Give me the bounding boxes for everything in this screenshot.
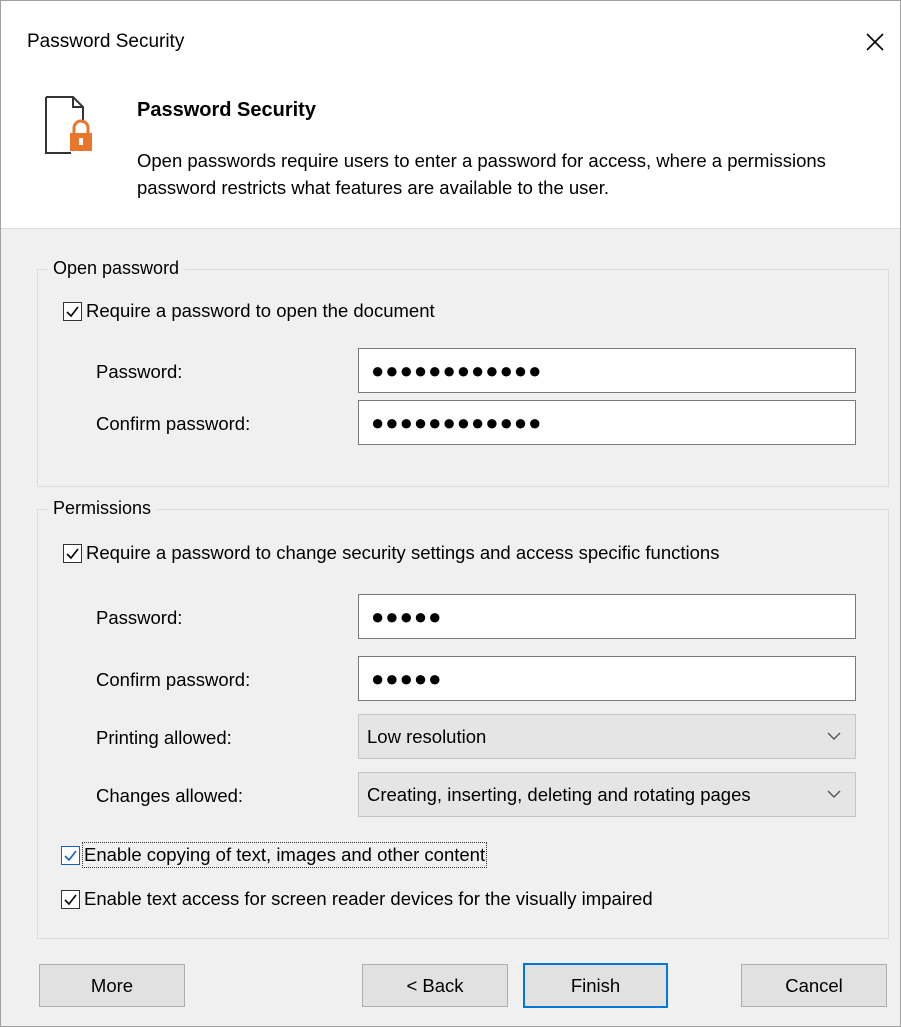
- printing-allowed-label: Printing allowed:: [96, 727, 232, 748]
- permissions-password-value: ●●●●●: [371, 603, 443, 629]
- close-icon: [866, 33, 884, 51]
- back-button[interactable]: < Back: [362, 964, 508, 1007]
- printing-allowed-select[interactable]: Low resolution: [358, 714, 856, 759]
- enable-screen-reader-label: Enable text access for screen reader dev…: [84, 888, 653, 909]
- header-title: Password Security: [137, 99, 316, 121]
- open-confirm-password-label: Confirm password:: [96, 413, 251, 434]
- require-open-password-label: Require a password to open the document: [86, 300, 435, 321]
- permissions-confirm-password-input[interactable]: ●●●●●: [358, 656, 856, 701]
- cancel-button[interactable]: Cancel: [741, 964, 887, 1007]
- more-button[interactable]: More: [39, 964, 185, 1007]
- permissions-group-label: Permissions: [47, 498, 158, 519]
- checkbox-box: [63, 543, 82, 563]
- chevron-down-icon: [827, 732, 841, 740]
- open-confirm-password-input[interactable]: ●●●●●●●●●●●●: [358, 400, 856, 445]
- checkmark-icon: [66, 548, 79, 559]
- checkbox-box: [63, 301, 82, 321]
- checkmark-icon: [66, 306, 79, 317]
- checkmark-icon: [64, 850, 77, 861]
- checkbox-box: [61, 845, 80, 865]
- cancel-button-label: Cancel: [785, 974, 843, 996]
- close-button[interactable]: [858, 25, 892, 59]
- enable-copying-checkbox[interactable]: Enable copying of text, images and other…: [61, 842, 488, 868]
- open-password-value: ●●●●●●●●●●●●: [371, 357, 543, 383]
- printing-allowed-value: Low resolution: [367, 725, 487, 747]
- permissions-confirm-password-value: ●●●●●: [371, 665, 443, 691]
- dialog-header: Password Security Open passwords require…: [1, 83, 900, 229]
- require-open-password-checkbox[interactable]: Require a password to open the document: [63, 300, 435, 322]
- checkbox-box: [61, 889, 80, 909]
- title-bar: Password Security: [1, 1, 900, 83]
- open-password-label: Password:: [96, 361, 183, 382]
- header-description: Open passwords require users to enter a …: [137, 150, 826, 198]
- open-password-input[interactable]: ●●●●●●●●●●●●: [358, 348, 856, 393]
- checkmark-icon: [64, 894, 77, 905]
- require-permissions-password-checkbox[interactable]: Require a password to change security se…: [63, 542, 719, 564]
- enable-copying-label: Enable copying of text, images and other…: [81, 842, 488, 868]
- window-title: Password Security: [27, 31, 185, 52]
- finish-button[interactable]: Finish: [523, 963, 668, 1008]
- require-permissions-password-label: Require a password to change security se…: [86, 542, 720, 563]
- changes-allowed-value: Creating, inserting, deleting and rotati…: [367, 783, 751, 805]
- permissions-password-label: Password:: [96, 607, 183, 628]
- permissions-confirm-password-label: Confirm password:: [96, 669, 251, 690]
- changes-allowed-select[interactable]: Creating, inserting, deleting and rotati…: [358, 772, 856, 817]
- back-button-label: < Back: [406, 974, 464, 996]
- chevron-down-icon: [827, 790, 841, 798]
- password-security-dialog: Password Security Password Security Open…: [0, 0, 901, 1027]
- permissions-password-input[interactable]: ●●●●●: [358, 594, 856, 639]
- open-password-group-label: Open password: [47, 258, 186, 279]
- open-confirm-password-value: ●●●●●●●●●●●●: [371, 409, 543, 435]
- finish-button-label: Finish: [570, 974, 621, 996]
- document-lock-icon: [45, 96, 92, 154]
- changes-allowed-label: Changes allowed:: [96, 785, 244, 806]
- enable-screen-reader-checkbox[interactable]: Enable text access for screen reader dev…: [61, 888, 653, 910]
- more-button-label: More: [90, 974, 134, 996]
